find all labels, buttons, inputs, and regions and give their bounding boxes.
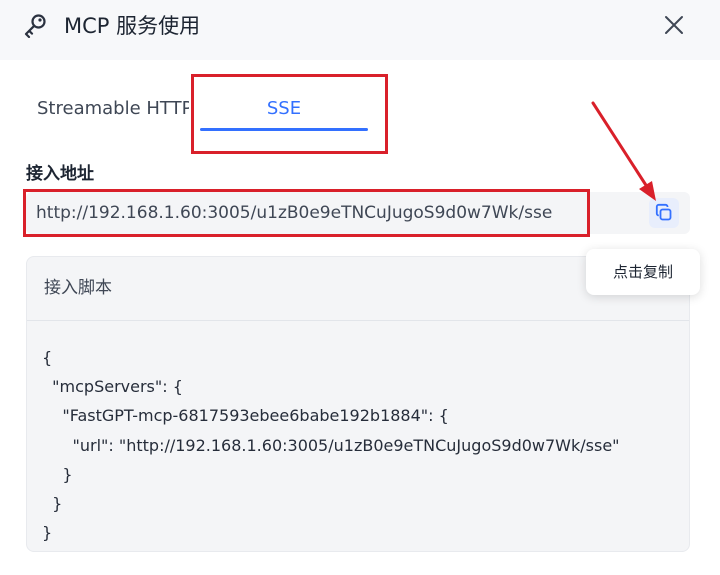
key-icon xyxy=(24,14,46,38)
script-title: 接入脚本 xyxy=(44,278,112,298)
close-icon[interactable] xyxy=(662,13,686,37)
dialog-title: MCP 服务使用 xyxy=(64,14,201,38)
copy-tooltip-text: 点击复制 xyxy=(612,263,673,281)
dialog-header: MCP 服务使用 xyxy=(0,0,720,60)
code-line: } xyxy=(42,494,63,514)
tab-bar: Streamable HTTP SSE xyxy=(0,62,720,152)
script-panel: 接入脚本 { "mcpServers": { "FastGPT-mcp-6817… xyxy=(26,256,690,552)
copy-tooltip: 点击复制 xyxy=(586,249,700,295)
code-line: } xyxy=(42,523,53,543)
code-line: "FastGPT-mcp-6817593ebee6babe192b1884": … xyxy=(42,406,449,426)
tab-streamable-http[interactable]: Streamable HTTP xyxy=(37,96,189,122)
endpoint-url: http://192.168.1.60:3005/u1zB0e9eTNCuJug… xyxy=(36,203,553,223)
endpoint-url-field[interactable]: http://192.168.1.60:3005/u1zB0e9eTNCuJug… xyxy=(26,192,690,234)
code-line: { xyxy=(42,348,53,367)
code-line: "mcpServers": { xyxy=(42,377,183,397)
endpoint-label: 接入地址 xyxy=(26,164,94,184)
copy-icon xyxy=(655,203,672,221)
tab-sse[interactable]: SSE xyxy=(200,96,368,122)
script-code: { "mcpServers": { "FastGPT-mcp-6817593eb… xyxy=(42,343,620,547)
code-line: } xyxy=(42,464,73,484)
code-line: "url": "http://192.168.1.60:3005/u1zB0e9… xyxy=(42,435,620,455)
copy-url-button[interactable] xyxy=(649,198,679,228)
active-tab-indicator xyxy=(200,128,368,131)
